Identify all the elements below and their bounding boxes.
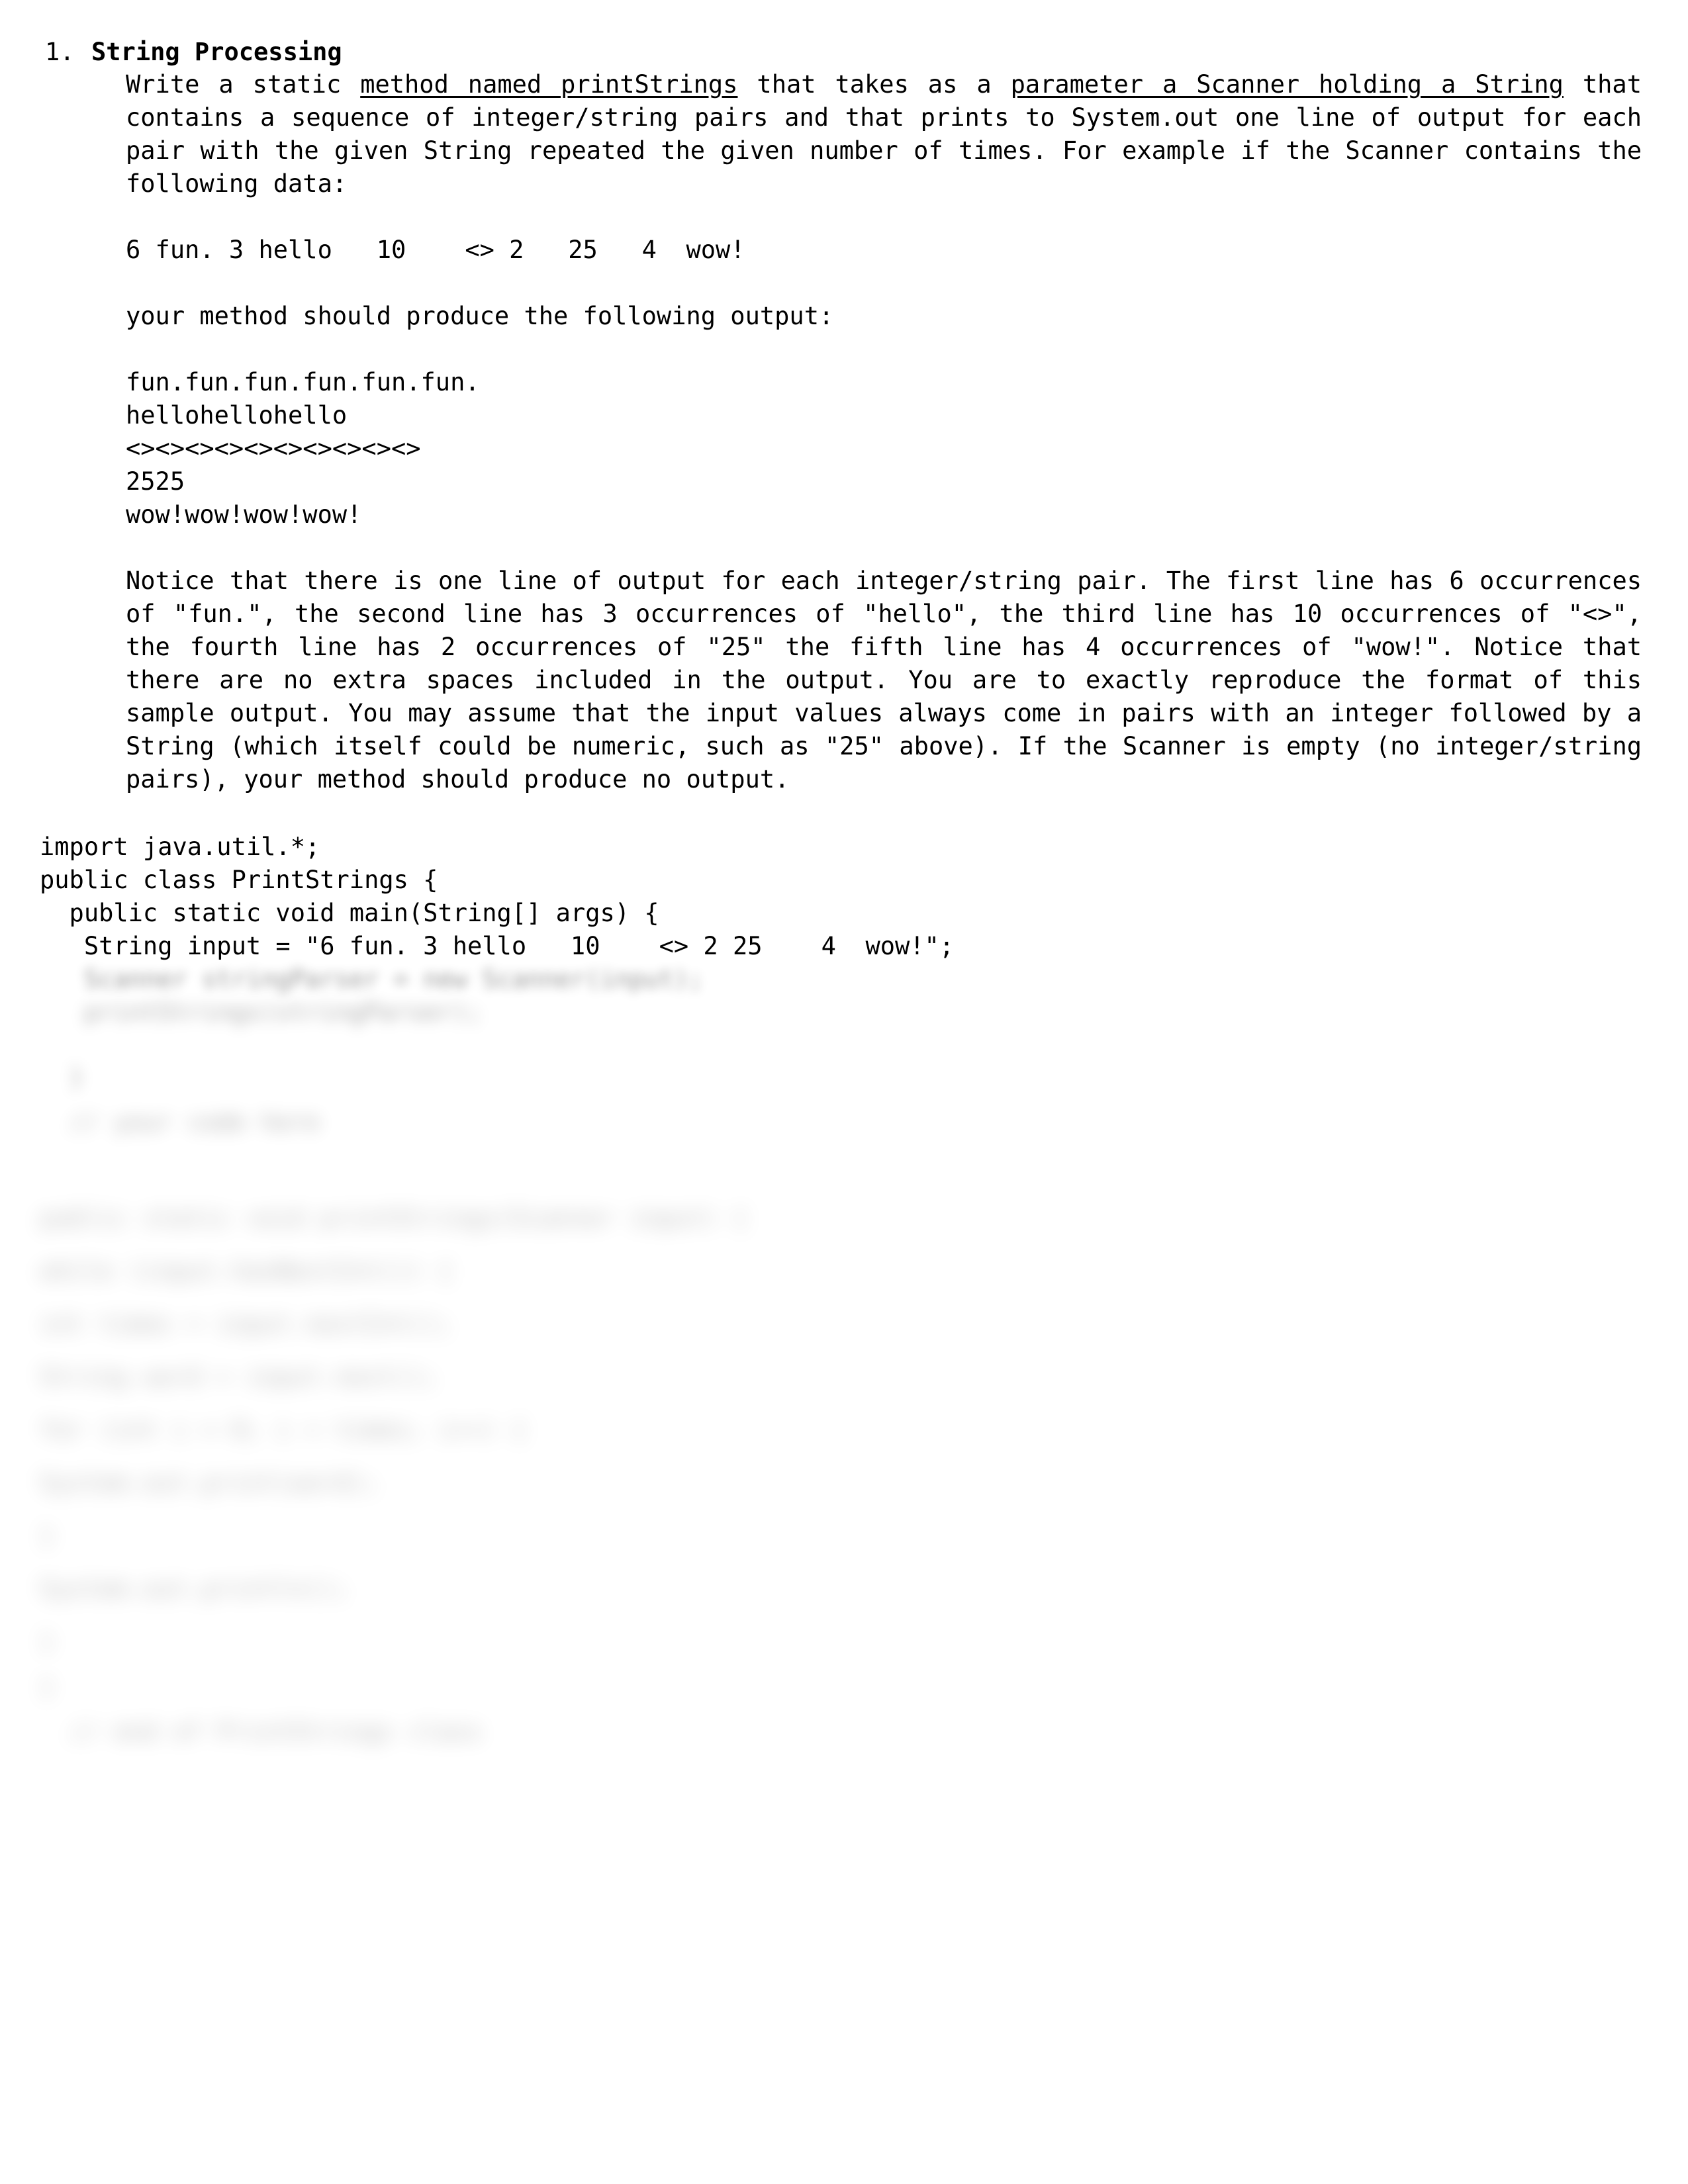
- redacted-code-line: Scanner stringParser = new Scanner(input…: [40, 965, 704, 993]
- code-line-import: import java.util.*;: [40, 833, 320, 861]
- intro-underline-method-name: method named printStrings: [360, 70, 738, 99]
- intro-underline-parameter: parameter a Scanner holding a String: [1010, 70, 1564, 99]
- redacted-code-line: System.out.print(word);: [40, 1469, 379, 1497]
- problem-number: 1.: [45, 38, 75, 66]
- problem-body: Write a static method named printStrings…: [126, 68, 1642, 796]
- code-line-main-decl: public static void main(String[] args) {: [40, 899, 659, 927]
- sample-output-line: 2525: [126, 467, 185, 496]
- code-line-class-decl: public class PrintStrings {: [40, 866, 438, 894]
- sample-output-line: <><><><><><><><><><>: [126, 434, 421, 463]
- redacted-code-line: for (int i = 0; i < times; i++) {: [40, 1416, 527, 1444]
- code-line-string-input: String input = "6 fun. 3 hello 10 <> 2 2…: [40, 932, 955, 960]
- sample-output-line: wow!wow!wow!wow!: [126, 500, 362, 529]
- redacted-code-line: }: [40, 1522, 55, 1550]
- output-lead-in: your method should produce the following…: [126, 302, 834, 330]
- notice-paragraph: Notice that there is one line of output …: [126, 567, 1642, 794]
- intro-paragraph: Write a static method named printStrings…: [126, 68, 1642, 201]
- problem-heading: 1. String Processing: [40, 40, 1609, 64]
- redacted-code-line: }: [40, 1063, 84, 1091]
- sample-output-line: fun.fun.fun.fun.fun.fun.: [126, 368, 480, 396]
- redacted-code-line: printStrings(stringParser);: [40, 998, 483, 1026]
- redacted-code-line: }: [40, 1627, 55, 1656]
- redacted-code-line: int times = input.nextInt();: [40, 1310, 453, 1338]
- redacted-code-line: public static void printStrings(Scanner …: [40, 1204, 748, 1232]
- redacted-code-line: }: [40, 1672, 55, 1701]
- redacted-solution-region: Scanner stringParser = new Scanner(input…: [40, 963, 1609, 1749]
- redacted-code-line-end-comment: // end of PrintStrings class: [40, 1717, 483, 1746]
- page-title: String Processing: [91, 38, 342, 66]
- sample-input-data: 6 fun. 3 hello 10 <> 2 25 4 wow!: [126, 236, 745, 264]
- redacted-code-line: System.out.println();: [40, 1574, 350, 1603]
- redacted-code-line: String word = input.next();: [40, 1363, 438, 1391]
- sample-output-line: hellohellohello: [126, 401, 348, 430]
- redacted-code-line: while (input.hasNextInt()) {: [40, 1257, 453, 1285]
- redacted-code-line: // your code here: [40, 1108, 320, 1136]
- code-section: import java.util.*; public class PrintSt…: [40, 831, 1609, 1749]
- intro-segment-2: that takes as a: [737, 70, 1011, 99]
- document-page: 1. String Processing Write a static meth…: [0, 0, 1688, 2184]
- intro-segment-1: Write a static: [126, 70, 361, 99]
